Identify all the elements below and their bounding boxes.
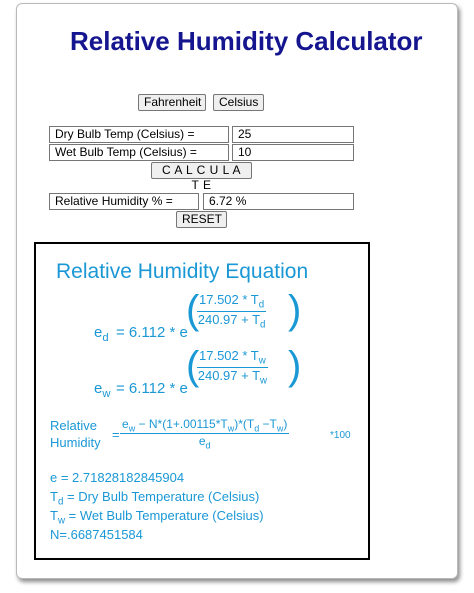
rh-lhs: Relative Humidity [50, 418, 101, 450]
ew-close-paren: ) [288, 344, 302, 388]
relative-humidity-label-field: Relative Humidity % = [49, 193, 199, 210]
def-tw: Tw = Wet Bulb Temperature (Celsius) [50, 508, 264, 527]
equation-heading: Relative Humidity Equation [56, 260, 309, 283]
reset-button[interactable]: RESET [176, 211, 227, 228]
def-e: e = 2.71828182845904 [50, 470, 185, 485]
fahrenheit-button[interactable]: Fahrenheit [138, 94, 206, 111]
def-td: Td = Dry Bulb Temperature (Celsius) [50, 489, 260, 508]
rh-equals: = [112, 427, 120, 442]
rh-multiplier: *100 [330, 430, 351, 441]
wet-bulb-label-field: Wet Bulb Temp (Celsius) = [49, 144, 229, 161]
wet-bulb-input[interactable]: 10 [232, 144, 354, 161]
calculate-button[interactable]: C A L C U L A T E [151, 162, 252, 192]
ed-constant: = 6.112 * e [116, 324, 188, 341]
celsius-button[interactable]: Celsius [213, 94, 264, 111]
dry-bulb-input[interactable]: 25 [232, 126, 354, 143]
ed-exponent-fraction: 17.502 * Td 240.97 + Td [197, 292, 267, 331]
ew-lhs: ew [94, 380, 111, 400]
ed-lhs: ed [94, 324, 109, 344]
def-n: N=.6687451584 [50, 527, 143, 542]
ed-close-paren: ) [288, 288, 302, 332]
page-title: Relative Humidity Calculator [70, 26, 423, 56]
dry-bulb-label-field: Dry Bulb Temp (Celsius) = [49, 126, 229, 143]
relative-humidity-output: 6.72 % [203, 193, 354, 210]
ew-constant: = 6.112 * e [116, 380, 188, 397]
ew-exponent-fraction: 17.502 * Tw 240.97 + Tw [197, 348, 268, 387]
rh-fraction: ew − N*(1+.00115*Tw)*(Td −Tw) ed [120, 417, 290, 451]
equation-panel: Relative Humidity Equation ed = 6.112 * … [34, 242, 370, 560]
